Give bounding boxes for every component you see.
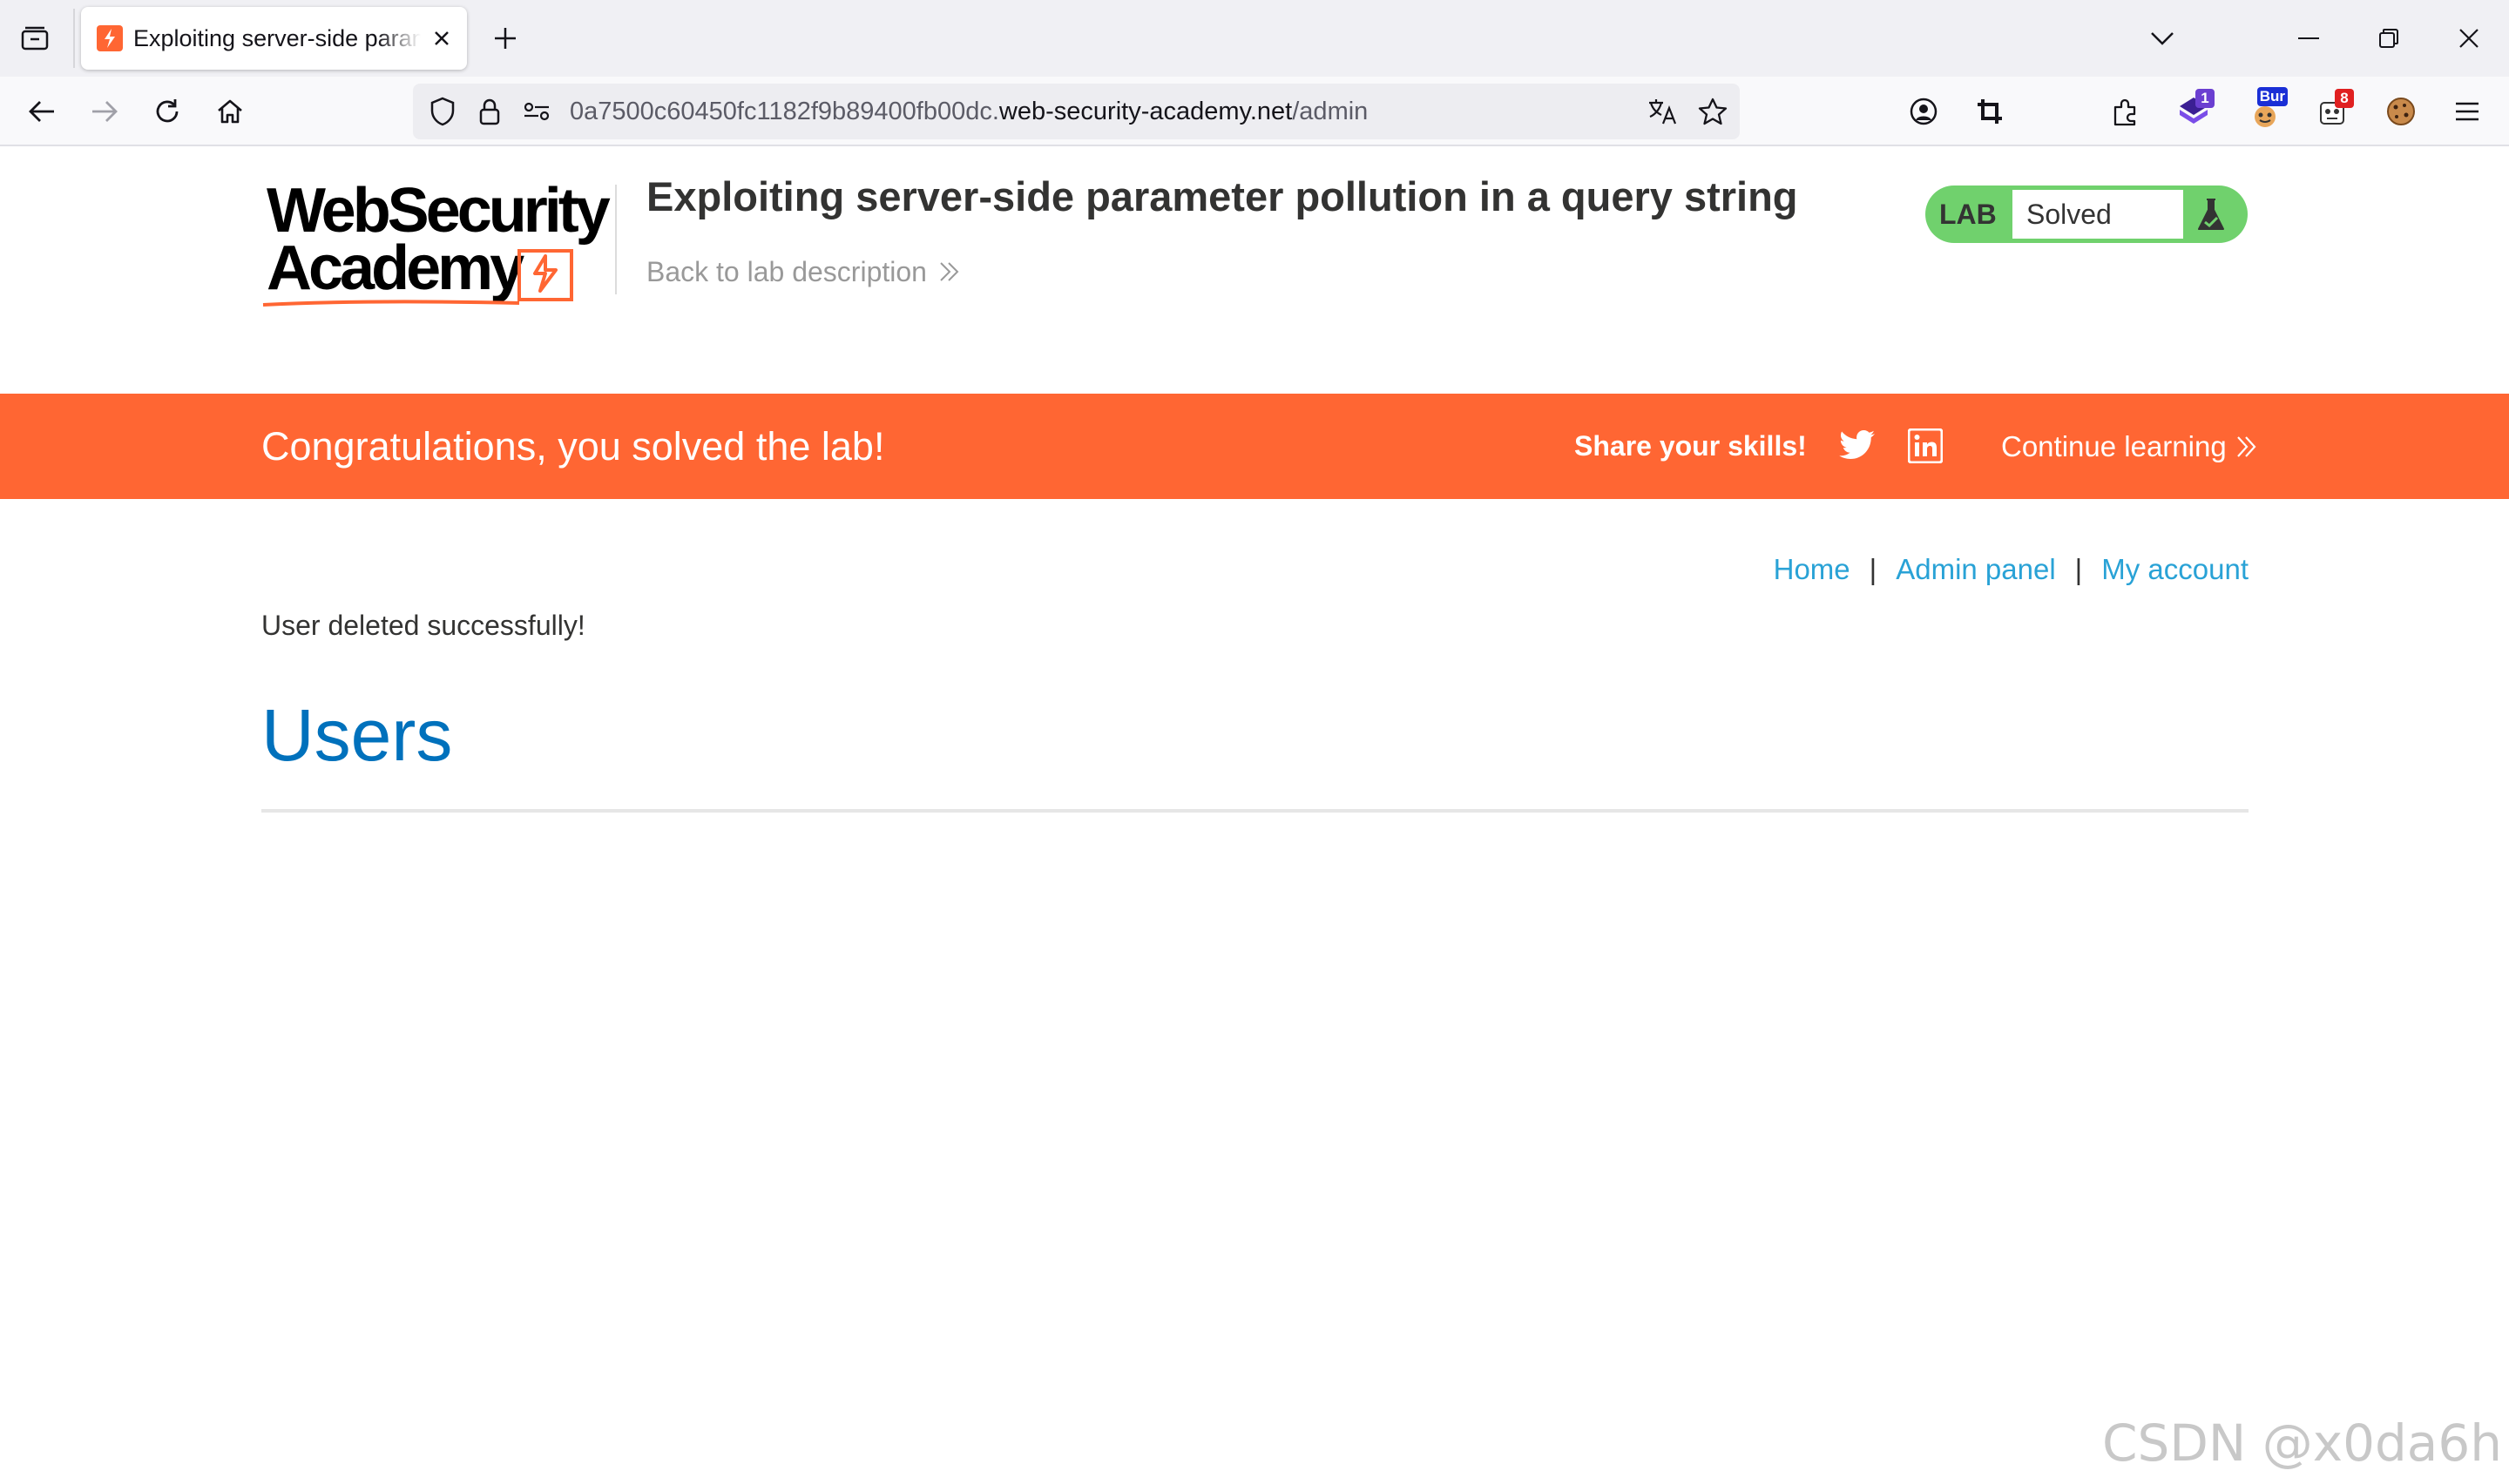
lab-status-tag: LAB — [1939, 199, 1997, 230]
back-link-label: Back to lab description — [646, 256, 927, 287]
back-arrow-icon[interactable] — [21, 91, 63, 132]
watermark: CSDN @x0da6h — [2101, 1413, 2502, 1473]
continue-learning-link[interactable]: Continue learning — [2001, 394, 2258, 499]
cookie-icon[interactable] — [2378, 89, 2424, 134]
tab-title: Exploiting server-side parameter polluti… — [133, 25, 421, 51]
flask-solved-icon — [2198, 199, 2224, 230]
extension-badge: Bur — [2256, 87, 2288, 106]
banner-message: Congratulations, you solved the lab! — [261, 424, 885, 469]
admin-panel-link[interactable]: Admin panel — [1896, 550, 2055, 589]
extension-badge: 8 — [2335, 89, 2354, 108]
reload-icon[interactable] — [146, 91, 188, 132]
url-text[interactable]: 0a7500c60450fc1182f9b89400fb00dc.web-sec… — [570, 84, 1368, 139]
heading-divider — [261, 809, 2249, 813]
minimize-window-icon[interactable] — [2282, 12, 2335, 64]
url-prefix: 0a7500c60450fc1182f9b89400fb00dc. — [570, 98, 999, 125]
status-message: User deleted successfully! — [261, 610, 585, 641]
top-nav-links: Home | Admin panel | My account — [1774, 550, 2249, 589]
restore-window-icon[interactable] — [2363, 12, 2415, 64]
web-security-academy-logo[interactable]: WebSecurity Academy — [261, 179, 619, 310]
logo-divider — [615, 185, 617, 294]
burp-extension-icon[interactable]: Bur — [2242, 87, 2288, 134]
extension-badge: 1 — [2195, 89, 2215, 108]
account-icon[interactable] — [1901, 89, 1946, 134]
site-permissions-icon[interactable] — [519, 94, 554, 129]
lab-status-badge: LAB Solved — [1925, 186, 2248, 243]
extensions-puzzle-icon[interactable] — [2103, 89, 2148, 134]
home-link[interactable]: Home — [1774, 550, 1850, 589]
crop-icon[interactable] — [1967, 89, 2012, 134]
double-chevron-right-icon — [940, 262, 959, 281]
tab-separator — [73, 9, 75, 68]
home-icon[interactable] — [209, 91, 251, 132]
share-your-skills-label: Share your skills! — [1574, 430, 1807, 462]
lab-title: Exploiting server-side parameter polluti… — [646, 173, 1798, 219]
linkedin-icon[interactable] — [1908, 428, 1943, 463]
hamburger-menu-icon[interactable] — [2445, 89, 2490, 134]
bookmark-star-icon[interactable] — [1695, 94, 1730, 129]
extension-8-icon[interactable]: 8 — [2310, 89, 2356, 134]
back-to-lab-description-link[interactable]: Back to lab description — [646, 254, 960, 289]
url-bar[interactable]: 0a7500c60450fc1182f9b89400fb00dc.web-sec… — [413, 84, 1740, 139]
continue-learning-label: Continue learning — [2001, 430, 2227, 462]
lab-status-text: Solved — [2012, 190, 2183, 239]
double-chevron-right-icon — [2236, 435, 2256, 457]
twitter-icon[interactable] — [1838, 428, 1877, 463]
chevron-down-icon[interactable] — [2143, 19, 2181, 57]
list-all-tabs-icon[interactable] — [16, 19, 54, 57]
url-host: web-security-academy.net — [998, 98, 1293, 125]
translate-icon[interactable] — [1645, 94, 1680, 129]
browser-tab-active[interactable]: Exploiting server-side parameter polluti… — [81, 7, 467, 70]
close-window-icon[interactable] — [2443, 12, 2495, 64]
users-heading: Users — [261, 694, 453, 776]
solved-banner: Congratulations, you solved the lab! Sha… — [0, 394, 2509, 499]
nav-separator: | — [2074, 553, 2083, 585]
tab-close-icon[interactable] — [426, 23, 457, 54]
logo-line2: Academy — [267, 233, 524, 303]
my-account-link[interactable]: My account — [2101, 550, 2249, 589]
logo-underline — [262, 300, 520, 307]
shield-icon[interactable] — [425, 94, 460, 129]
portswigger-favicon-icon — [97, 25, 123, 51]
url-path: /admin — [1292, 98, 1369, 125]
logo-bolt-icon — [517, 249, 573, 301]
forward-arrow-icon[interactable] — [84, 91, 125, 132]
extension-1-icon[interactable]: 1 — [2171, 89, 2216, 134]
new-tab-icon[interactable] — [486, 19, 524, 57]
browser-tab-bar: Exploiting server-side parameter polluti… — [0, 0, 2509, 77]
lock-icon[interactable] — [472, 94, 507, 129]
nav-separator: | — [1869, 553, 1877, 585]
browser-nav-bar: 0a7500c60450fc1182f9b89400fb00dc.web-sec… — [0, 77, 2509, 146]
